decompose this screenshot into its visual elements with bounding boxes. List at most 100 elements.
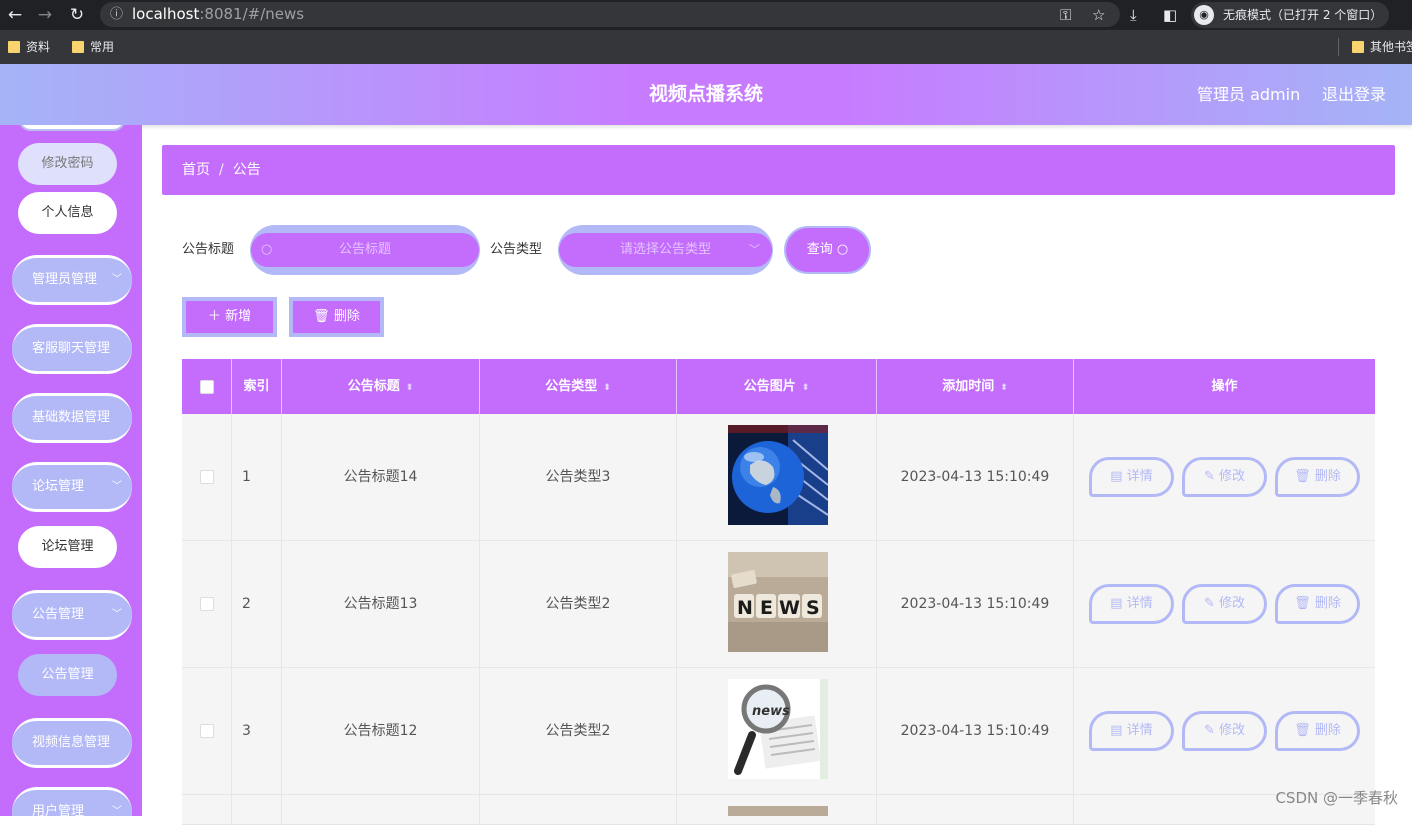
- delete-button[interactable]: 🗑 删除: [1275, 584, 1360, 624]
- other-bookmarks[interactable]: 其他书签: [1352, 30, 1412, 64]
- row-index: 3: [232, 668, 282, 794]
- svg-text:S: S: [806, 597, 820, 619]
- row-checkbox[interactable]: [182, 414, 232, 540]
- sidebar-scrolled-item[interactable]: [18, 125, 126, 131]
- document-icon: ▤: [1110, 596, 1123, 611]
- edit-button[interactable]: ✎ 修改: [1182, 584, 1267, 624]
- bookmark-folder[interactable]: 资料: [8, 30, 50, 64]
- search-icon: ○: [836, 242, 849, 257]
- logout-link[interactable]: 退出登录: [1322, 64, 1386, 125]
- plus-icon: ＋: [207, 309, 221, 324]
- sidebar: 修改密码 个人信息 管理员管理 ﹀ 客服聊天管理 基础数据管理 论坛管理 ﹀ 论坛管…: [0, 125, 142, 816]
- trash-icon: 🗑: [313, 309, 330, 324]
- row-time: 2023-04-13 15:10:49: [877, 541, 1074, 667]
- sidebar-group-chat[interactable]: 客服聊天管理: [12, 324, 132, 374]
- pencil-icon: ✎: [1203, 723, 1215, 738]
- breadcrumb-current: 公告: [232, 162, 261, 178]
- sort-icon[interactable]: ⬍: [1000, 383, 1008, 393]
- row-index: 1: [232, 414, 282, 540]
- detail-button[interactable]: ▤ 详情: [1089, 457, 1174, 497]
- trash-icon: 🗑: [1294, 723, 1311, 738]
- site-info-icon[interactable]: ⓘ: [110, 2, 123, 27]
- chevron-down-icon: ﹀: [112, 609, 122, 620]
- breadcrumb-home[interactable]: 首页: [182, 162, 210, 178]
- type-select[interactable]: 请选择公告类型 ﹀: [558, 225, 773, 275]
- column-header-time[interactable]: 添加时间 ⬍: [877, 359, 1074, 414]
- reload-icon[interactable]: ↻: [64, 0, 90, 30]
- document-icon: ▤: [1110, 469, 1123, 484]
- row-checkbox[interactable]: [182, 668, 232, 794]
- edit-button[interactable]: ✎ 修改: [1182, 711, 1267, 751]
- sidebar-item-notice[interactable]: 公告管理: [18, 654, 117, 696]
- breadcrumb-separator: /: [219, 162, 224, 178]
- select-all-checkbox[interactable]: [182, 359, 232, 414]
- row-time: 2023-04-13 15:10:49: [877, 414, 1074, 540]
- sidebar-group-users[interactable]: 用户管理 ﹀: [12, 787, 132, 816]
- sort-icon[interactable]: ⬍: [802, 383, 810, 393]
- query-button[interactable]: 查询 ○: [784, 226, 871, 274]
- watermark: CSDN @一季春秋: [1275, 789, 1398, 807]
- type-filter-label: 公告类型: [490, 242, 543, 257]
- row-type: 公告类型3: [480, 414, 677, 540]
- svg-text:E: E: [760, 597, 773, 619]
- url-host: localhost: [132, 5, 200, 23]
- chevron-down-icon: ﹀: [749, 243, 760, 256]
- side-panel-icon[interactable]: ◧: [1163, 0, 1177, 30]
- type-select-placeholder: 请选择公告类型: [619, 242, 711, 257]
- row-checkbox[interactable]: [182, 541, 232, 667]
- address-bar[interactable]: ⓘ localhost:8081/#/news: [100, 2, 1120, 27]
- current-user[interactable]: 管理员 admin: [1197, 64, 1300, 125]
- title-search-placeholder: 公告标题: [338, 242, 391, 257]
- table-row: 2 公告标题13 公告类型2 N E W S 2023-04-13 15:10:…: [182, 541, 1375, 668]
- sidebar-item-personal-info[interactable]: 个人信息: [18, 192, 117, 234]
- detail-button[interactable]: ▤ 详情: [1089, 584, 1174, 624]
- sidebar-item-change-password[interactable]: 修改密码: [18, 143, 117, 185]
- sidebar-group-video[interactable]: 视频信息管理: [12, 718, 132, 768]
- add-button[interactable]: ＋ 新增: [182, 297, 277, 337]
- trash-icon: 🗑: [1294, 469, 1311, 484]
- chevron-down-icon: ﹀: [112, 274, 122, 285]
- incognito-label: 无痕模式（已打开 2 个窗口）: [1223, 8, 1383, 22]
- row-image-partial: [728, 806, 828, 816]
- news-blocks-image: N E W S: [728, 552, 828, 652]
- search-icon: ○: [261, 242, 273, 257]
- column-header-image[interactable]: 公告图片 ⬍: [677, 359, 877, 414]
- sidebar-group-notice[interactable]: 公告管理 ﹀: [12, 590, 132, 640]
- sidebar-group-basic-data[interactable]: 基础数据管理: [12, 393, 132, 443]
- key-icon[interactable]: ⚿: [1060, 0, 1071, 30]
- bookmark-folder[interactable]: 常用: [72, 30, 114, 64]
- magnifier-news-image: news: [728, 679, 828, 779]
- pencil-icon: ✎: [1203, 596, 1215, 611]
- row-index: 2: [232, 541, 282, 667]
- bookmarks-bar: 资料 常用 其他书签: [0, 30, 1412, 64]
- folder-icon: [8, 41, 20, 53]
- pencil-icon: ✎: [1203, 469, 1215, 484]
- title-search-field[interactable]: ○ 公告标题: [250, 225, 480, 275]
- column-header-type[interactable]: 公告类型 ⬍: [480, 359, 677, 414]
- detail-button[interactable]: ▤ 详情: [1089, 711, 1174, 751]
- sort-icon[interactable]: ⬍: [603, 383, 611, 393]
- row-type: 公告类型2: [480, 541, 677, 667]
- incognito-badge[interactable]: ◉ 无痕模式（已打开 2 个窗口）: [1191, 2, 1389, 28]
- delete-button[interactable]: 🗑 删除: [1275, 457, 1360, 497]
- bulk-delete-button[interactable]: 🗑 删除: [289, 297, 384, 337]
- table-header: 索引 公告标题 ⬍ 公告类型 ⬍ 公告图片 ⬍ 添加时间 ⬍ 操作: [182, 359, 1375, 414]
- chevron-down-icon: ﹀: [112, 806, 122, 816]
- delete-button[interactable]: 🗑 删除: [1275, 711, 1360, 751]
- download-icon[interactable]: ⤓: [1130, 0, 1137, 30]
- row-title: 公告标题13: [282, 541, 480, 667]
- url-path: :8081/#/news: [199, 5, 305, 23]
- folder-icon: [72, 41, 84, 53]
- sidebar-item-forum[interactable]: 论坛管理: [18, 526, 117, 568]
- sidebar-group-admin[interactable]: 管理员管理 ﹀: [12, 255, 132, 305]
- row-time: 2023-04-13 15:10:49: [877, 668, 1074, 794]
- column-header-index: 索引: [232, 359, 282, 414]
- document-icon: ▤: [1110, 723, 1123, 738]
- edit-button[interactable]: ✎ 修改: [1182, 457, 1267, 497]
- column-header-title[interactable]: 公告标题 ⬍: [282, 359, 480, 414]
- sort-icon[interactable]: ⬍: [406, 383, 414, 393]
- star-icon[interactable]: ☆: [1092, 0, 1105, 30]
- forward-icon[interactable]: →: [32, 0, 58, 30]
- sidebar-group-forum[interactable]: 论坛管理 ﹀: [12, 462, 132, 512]
- back-icon[interactable]: ←: [2, 0, 28, 30]
